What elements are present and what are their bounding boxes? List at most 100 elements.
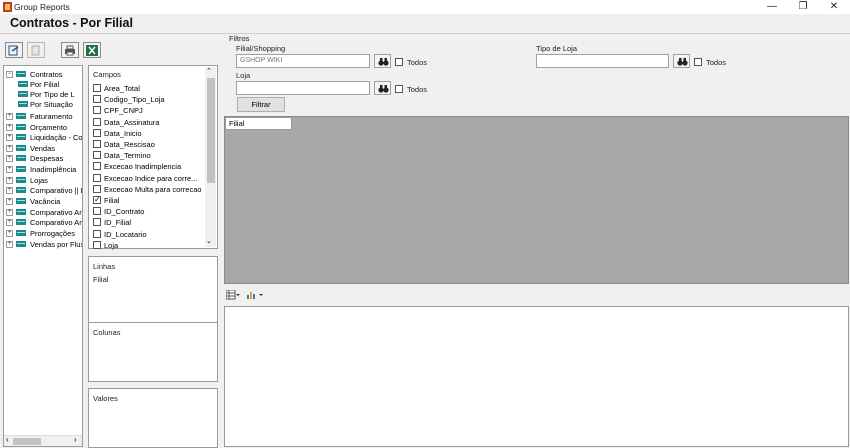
- report-icon: [16, 241, 26, 247]
- tipo-loja-search-button[interactable]: [673, 54, 690, 68]
- field-item[interactable]: Area_Total: [93, 84, 140, 95]
- export-icon: [8, 45, 19, 56]
- expand-icon[interactable]: +: [6, 230, 13, 237]
- field-item[interactable]: Data_Inicio: [93, 128, 142, 140]
- expand-icon[interactable]: +: [6, 166, 13, 173]
- scroll-right-icon[interactable]: ›: [74, 435, 77, 444]
- expand-icon[interactable]: +: [6, 134, 13, 141]
- header-divider: [0, 33, 850, 34]
- filter-button[interactable]: Filtrar: [237, 97, 285, 112]
- expand-icon[interactable]: +: [6, 241, 13, 248]
- chart-type-button[interactable]: [246, 290, 264, 302]
- field-checkbox[interactable]: [93, 207, 101, 216]
- field-checkbox[interactable]: [93, 84, 101, 92]
- loja-search-button[interactable]: [374, 81, 391, 95]
- tree-item-label: Despesas: [30, 154, 64, 163]
- maximize-button[interactable]: ❐: [789, 0, 817, 14]
- field-item[interactable]: Excecao Indice para corre...: [93, 173, 197, 185]
- pivot-grid-area[interactable]: [224, 116, 849, 284]
- filters-group-label: Filtros: [229, 34, 250, 43]
- field-checkbox[interactable]: [93, 117, 101, 126]
- scroll-thumb[interactable]: [13, 438, 41, 445]
- report-tree: − Contratos Por Filial Por Tipo de L Por Sit…: [3, 65, 83, 447]
- row-header-filial[interactable]: Filial: [225, 117, 292, 130]
- tipo-loja-todos-checkbox[interactable]: [694, 58, 705, 67]
- field-checkbox[interactable]: [93, 195, 101, 205]
- tipo-loja-input[interactable]: [536, 54, 669, 68]
- expand-icon[interactable]: +: [6, 145, 13, 152]
- excel-export-button[interactable]: [83, 42, 101, 58]
- report-icon: [16, 113, 26, 119]
- expand-icon[interactable]: +: [6, 198, 13, 205]
- filial-search-button[interactable]: [374, 54, 391, 68]
- field-checkbox[interactable]: [93, 106, 101, 115]
- expand-icon[interactable]: +: [6, 124, 13, 131]
- collapse-icon[interactable]: −: [6, 71, 13, 78]
- field-checkbox[interactable]: [93, 229, 101, 238]
- field-item[interactable]: ID_Locatario: [93, 229, 147, 241]
- field-item[interactable]: CPF_CNPJ: [93, 106, 143, 117]
- field-label: Area_Total: [104, 84, 140, 93]
- tree-item-label: Vacância: [30, 197, 61, 206]
- rows-item-filial[interactable]: Filial: [93, 275, 108, 284]
- chart-area[interactable]: [224, 306, 849, 447]
- scroll-up-icon[interactable]: ⌃: [206, 67, 212, 75]
- field-label: Data_Rescisao: [104, 140, 155, 149]
- tipo-loja-todos-label: Todos: [706, 58, 727, 67]
- excel-icon: [86, 45, 98, 56]
- field-checkbox[interactable]: [93, 128, 101, 137]
- close-button[interactable]: ✕: [820, 0, 848, 14]
- field-item[interactable]: Codigo_Tipo_Loja: [93, 95, 165, 106]
- expand-icon[interactable]: +: [6, 219, 13, 226]
- minimize-button[interactable]: —: [758, 0, 786, 14]
- field-label: Excecao Inadimplencia: [104, 162, 182, 172]
- field-item[interactable]: Data_Rescisao: [93, 140, 155, 151]
- expand-icon[interactable]: +: [6, 177, 13, 184]
- field-item[interactable]: ID_Filial: [93, 218, 131, 229]
- fields-scroll-thumb[interactable]: [207, 78, 215, 183]
- print-button[interactable]: [61, 42, 79, 58]
- field-item[interactable]: Data_Termino: [93, 151, 151, 162]
- field-item[interactable]: ID_Contrato: [93, 207, 144, 218]
- tree-item-label: Vendas por Fluxo: [30, 240, 83, 249]
- field-checkbox[interactable]: [93, 240, 101, 249]
- field-checkbox[interactable]: [93, 184, 101, 193]
- tree-item-label: Faturamento: [30, 112, 73, 121]
- scroll-left-icon[interactable]: ‹: [6, 435, 9, 444]
- expand-icon[interactable]: +: [6, 155, 13, 162]
- field-item[interactable]: Data_Assinatura: [93, 117, 160, 129]
- loja-input[interactable]: [236, 81, 370, 95]
- export-button[interactable]: [5, 42, 23, 58]
- field-checkbox[interactable]: [93, 173, 101, 182]
- binoculars-icon: [378, 58, 389, 66]
- field-checkbox[interactable]: [93, 95, 101, 104]
- expand-icon[interactable]: +: [6, 113, 13, 120]
- field-label: Data_Assinatura: [104, 117, 160, 127]
- disabled-action-button[interactable]: [27, 42, 45, 58]
- tree-horizontal-scrollbar[interactable]: ‹ ›: [4, 435, 82, 446]
- field-checkbox[interactable]: [93, 218, 101, 227]
- scroll-down-icon[interactable]: ⌄: [206, 237, 212, 245]
- field-checkbox[interactable]: [93, 140, 101, 148]
- field-checkbox[interactable]: [93, 151, 101, 160]
- grid-layout-button[interactable]: [225, 289, 240, 302]
- report-icon: [16, 71, 26, 77]
- tree-item-label: Prorrogações: [30, 229, 76, 238]
- loja-todos-checkbox[interactable]: [395, 85, 406, 94]
- field-label: ID_Locatario: [104, 229, 147, 239]
- field-label: Loja: [104, 240, 119, 250]
- field-item[interactable]: Filial: [93, 195, 119, 207]
- field-label: ID_Filial: [104, 218, 132, 228]
- filial-input[interactable]: GSHOP WIKI: [236, 54, 370, 68]
- field-item[interactable]: Excecao Multa para correcao: [93, 184, 202, 196]
- field-item[interactable]: Excecao Inadimplencia: [93, 162, 181, 173]
- filial-todos-checkbox[interactable]: [395, 58, 406, 67]
- field-item[interactable]: Loja: [93, 240, 119, 252]
- expand-icon[interactable]: +: [6, 209, 13, 216]
- tree-item-label: Liquidação - Con: [30, 133, 83, 142]
- binoculars-icon: [378, 85, 389, 93]
- field-checkbox[interactable]: [93, 162, 101, 171]
- binoculars-icon: [677, 58, 688, 66]
- expand-icon[interactable]: +: [6, 187, 13, 194]
- columns-label: Colunas: [93, 328, 121, 337]
